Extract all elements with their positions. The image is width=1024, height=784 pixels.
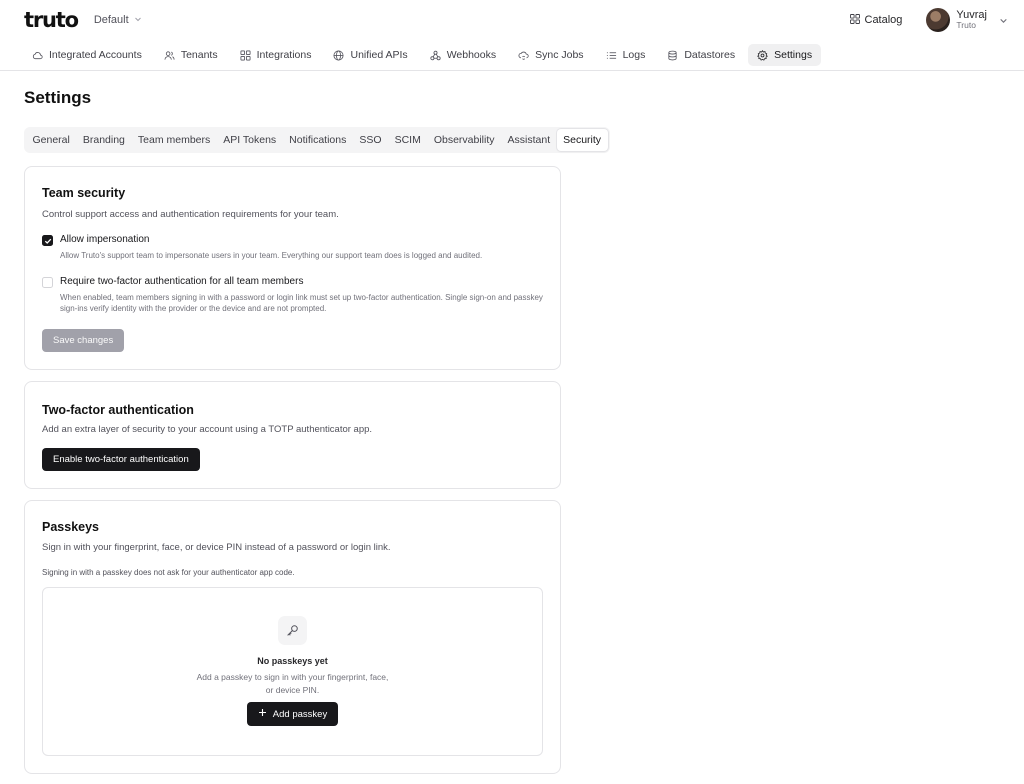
team-security-title: Team security [42,186,126,200]
nav-item-sync-jobs[interactable]: Sync Jobs [509,44,592,66]
nav-item-webhooks[interactable]: Webhooks [421,44,505,66]
tab-team-members[interactable]: Team members [131,129,216,151]
tab-api-tokens[interactable]: API Tokens [217,129,283,151]
catalog-button[interactable]: Catalog [849,13,903,27]
require-2fa-option: Require two-factor authentication for al… [42,276,543,315]
passkeys-empty-state: No passkeys yet Add a passkey to sign in… [42,586,543,756]
settings-tabs: General Branding Team members API Tokens… [24,127,610,153]
nav-label: Sync Jobs [535,49,584,61]
grid-icon [849,13,860,27]
check-icon [44,238,51,244]
users-icon [164,50,175,61]
empty-title: No passkeys yet [257,655,328,666]
enable-two-factor-button[interactable]: Enable two-factor authentication [42,447,200,471]
settings-page: Settings General Branding Team members A… [0,71,1024,774]
empty-description: Add a passkey to sign in with your finge… [196,671,389,695]
plus-icon [258,708,267,720]
require-2fa-checkbox[interactable] [42,276,53,288]
workspace-switcher[interactable]: Default [94,14,142,26]
tab-sso[interactable]: SSO [353,129,388,151]
tab-notifications[interactable]: Notifications [283,129,353,151]
nav-label: Integrated Accounts [49,49,142,61]
nav-label: Settings [774,49,813,61]
impersonation-help: Allow Truto's support team to impersonat… [60,251,483,260]
database-icon [667,50,678,61]
team-security-card: Team security Control support access and… [24,166,561,370]
passkeys-description: Sign in with your fingerprint, face, or … [42,541,391,553]
grid-icon [240,50,251,61]
nav-item-unified-apis[interactable]: Unified APIs [324,44,416,66]
key-icon [278,615,307,645]
nav-item-tenants[interactable]: Tenants [155,44,227,66]
top-bar: truto Default Catalog Yuvraj Truto [0,0,1024,40]
require-2fa-label: Require two-factor authentication for al… [60,275,304,287]
add-passkey-label: Add passkey [272,708,328,720]
chevron-down-icon [999,13,1008,28]
passkeys-note: Signing in with a passkey does not ask f… [42,567,295,577]
webhook-icon [430,50,441,61]
two-factor-title: Two-factor authentication [42,402,194,417]
nav-item-datastores[interactable]: Datastores [658,44,744,66]
impersonation-checkbox[interactable] [42,235,53,246]
workspace-name: Default [93,14,129,26]
gear-icon [757,49,769,61]
tab-assistant[interactable]: Assistant [501,129,557,151]
nav-label: Logs [622,49,646,61]
require-2fa-help: When enabled, team members signing in wi… [60,292,543,314]
impersonation-option: Allow impersonation Allow Truto's suppor… [42,234,543,262]
globe-icon [333,50,344,61]
team-security-description: Control support access and authenticatio… [42,209,339,220]
chevron-down-icon [134,14,142,26]
nav-label: Webhooks [446,49,497,61]
avatar [926,8,951,32]
two-factor-card: Two-factor authentication Add an extra l… [24,380,561,489]
nav-label: Tenants [180,49,218,61]
tab-observability[interactable]: Observability [427,129,501,151]
nav-item-settings[interactable]: Settings [748,44,822,66]
nav-label: Unified APIs [350,49,408,61]
add-passkey-button[interactable]: Add passkey [246,702,339,727]
save-changes-button[interactable]: Save changes [42,328,125,352]
tab-general[interactable]: General [26,129,76,151]
tab-security[interactable]: Security [556,129,608,151]
cloud-sync-icon [518,50,529,61]
user-menu[interactable]: Yuvraj Truto [926,8,1008,32]
main-nav: Integrated Accounts Tenants Integrations… [0,40,1024,71]
nav-label: Datastores [684,49,736,61]
catalog-label: Catalog [864,14,903,26]
tab-scim[interactable]: SCIM [388,129,427,151]
nav-item-integrations[interactable]: Integrations [231,44,321,66]
truto-logo[interactable]: truto [24,9,79,31]
nav-item-integrated-accounts[interactable]: Integrated Accounts [23,44,151,66]
tab-branding[interactable]: Branding [76,129,131,151]
nav-item-logs[interactable]: Logs [597,44,655,66]
nav-label: Integrations [256,49,312,61]
passkeys-card: Passkeys Sign in with your fingerprint, … [24,499,561,774]
cloud-icon [32,50,43,61]
impersonation-label: Allow impersonation [60,234,150,245]
page-title: Settings [24,88,92,107]
two-factor-description: Add an extra layer of security to your a… [42,423,373,435]
passkeys-title: Passkeys [42,519,100,534]
user-org: Truto [956,20,976,31]
list-icon [606,50,617,61]
